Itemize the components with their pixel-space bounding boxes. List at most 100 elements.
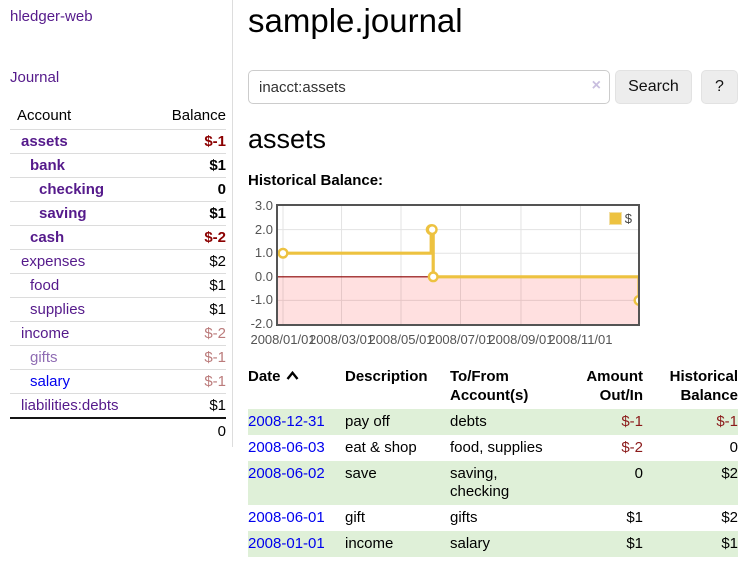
account-row-supplies: supplies $1 bbox=[10, 298, 226, 322]
help-button[interactable]: ? bbox=[701, 70, 738, 104]
balance-cell: $2 bbox=[643, 461, 738, 505]
account-balance: $1 bbox=[154, 274, 226, 298]
date-cell: 2008-01-01 bbox=[248, 531, 345, 557]
description-cell: eat & shop bbox=[345, 435, 450, 461]
search-button[interactable]: Search bbox=[615, 70, 692, 104]
main-content: sample.journal × Search ? assets Histori… bbox=[248, 2, 738, 557]
x-axis-tick-label: 2008/03/01 bbox=[309, 332, 374, 347]
data-point-marker bbox=[279, 249, 288, 258]
register-table: Date Description To/From Account(s) Amou… bbox=[248, 365, 738, 557]
amount-cell: 0 bbox=[568, 461, 643, 505]
x-axis-tick-label: 2008/09/01 bbox=[488, 332, 553, 347]
amount-cell: $1 bbox=[568, 531, 643, 557]
account-cell: supplies bbox=[10, 298, 154, 322]
transaction-date-link[interactable]: 2008-06-01 bbox=[248, 509, 325, 526]
transaction-date-link[interactable]: 2008-06-02 bbox=[248, 465, 325, 482]
accounts-cell: gifts bbox=[450, 505, 568, 531]
account-cell: salary bbox=[10, 370, 154, 394]
account-cell: checking bbox=[10, 178, 154, 202]
account-link[interactable]: checking bbox=[39, 181, 104, 198]
account-link[interactable]: supplies bbox=[30, 301, 85, 318]
account-balance: $1 bbox=[154, 394, 226, 419]
transaction-date-link[interactable]: 2008-06-03 bbox=[248, 439, 325, 456]
balance-cell: 0 bbox=[643, 435, 738, 461]
x-axis-tick-label: 2008/05/01 bbox=[368, 332, 433, 347]
date-cell: 2008-12-31 bbox=[248, 409, 345, 435]
accounts-total-row: 0 bbox=[10, 418, 226, 444]
account-cell: liabilities:debts bbox=[10, 394, 154, 419]
brand-link[interactable]: hledger-web bbox=[10, 8, 93, 25]
account-balance: 0 bbox=[154, 178, 226, 202]
account-cell: cash bbox=[10, 226, 154, 250]
x-axis-tick-label: 2008/01/01 bbox=[250, 332, 315, 347]
account-cell: food bbox=[10, 274, 154, 298]
sidebar-item-journal[interactable]: Journal bbox=[10, 69, 59, 86]
legend-label: $ bbox=[625, 211, 632, 226]
y-axis-tick-label: -1.0 bbox=[248, 293, 273, 307]
account-cell: gifts bbox=[10, 346, 154, 370]
register-row: 2008-06-01giftgifts$1$2 bbox=[248, 505, 738, 531]
transaction-date-link[interactable]: 2008-12-31 bbox=[248, 413, 325, 430]
x-axis-tick-label: 2008/07/01 bbox=[428, 332, 493, 347]
account-balance: $-1 bbox=[154, 370, 226, 394]
account-balance: $-1 bbox=[154, 346, 226, 370]
account-cell: bank bbox=[10, 154, 154, 178]
account-row-liabilities-debts: liabilities:debts $1 bbox=[10, 394, 226, 419]
account-link[interactable]: expenses bbox=[21, 253, 85, 270]
account-balance: $-2 bbox=[154, 322, 226, 346]
account-row-food: food $1 bbox=[10, 274, 226, 298]
accounts-cell: salary bbox=[450, 531, 568, 557]
account-link[interactable]: cash bbox=[30, 229, 64, 246]
account-row-cash: cash $-2 bbox=[10, 226, 226, 250]
account-cell: income bbox=[10, 322, 154, 346]
account-balance: $1 bbox=[154, 298, 226, 322]
balance-cell: $1 bbox=[643, 531, 738, 557]
data-point-marker bbox=[635, 296, 638, 305]
balance-cell: $2 bbox=[643, 505, 738, 531]
y-axis-tick-label: 2.0 bbox=[248, 223, 273, 237]
legend-swatch bbox=[609, 212, 622, 225]
accounts-cell: saving, checking bbox=[450, 461, 568, 505]
search-bar: × Search ? bbox=[248, 70, 738, 104]
description-cell: income bbox=[345, 531, 450, 557]
data-point-marker bbox=[428, 225, 437, 234]
account-link[interactable]: liabilities:debts bbox=[21, 397, 119, 414]
account-link[interactable]: income bbox=[21, 325, 69, 342]
account-row-salary: salary $-1 bbox=[10, 370, 226, 394]
chart-title: Historical Balance: bbox=[248, 172, 738, 190]
register-header-accounts: To/From Account(s) bbox=[450, 365, 568, 409]
clear-search-icon[interactable]: × bbox=[592, 78, 601, 94]
account-link[interactable]: food bbox=[30, 277, 59, 294]
account-balance: $1 bbox=[154, 202, 226, 226]
account-cell: assets bbox=[10, 130, 154, 154]
register-header-date[interactable]: Date bbox=[248, 365, 345, 409]
search-input-wrap: × bbox=[248, 70, 610, 104]
y-axis-tick-label: 1.0 bbox=[248, 246, 273, 260]
account-row-gifts: gifts $-1 bbox=[10, 346, 226, 370]
negative-region bbox=[278, 277, 638, 324]
account-link[interactable]: saving bbox=[39, 205, 87, 222]
search-input[interactable] bbox=[248, 70, 610, 104]
account-link[interactable]: bank bbox=[30, 157, 65, 174]
account-heading: assets bbox=[248, 124, 738, 154]
account-link[interactable]: gifts bbox=[30, 349, 58, 366]
account-link[interactable]: assets bbox=[21, 133, 68, 150]
transaction-date-link[interactable]: 2008-01-01 bbox=[248, 535, 325, 552]
page-title: sample.journal bbox=[248, 2, 738, 40]
accounts-cell: food, supplies bbox=[450, 435, 568, 461]
total-spacer bbox=[10, 418, 154, 444]
account-row-saving: saving $1 bbox=[10, 202, 226, 226]
account-balance: $-2 bbox=[154, 226, 226, 250]
amount-cell: $-1 bbox=[568, 409, 643, 435]
sort-ascending-icon bbox=[286, 371, 299, 380]
register-row: 2008-06-03 eat & shopfood, supplies$-20 bbox=[248, 435, 738, 461]
register-row: 2008-01-01incomesalary$1$1 bbox=[248, 531, 738, 557]
register-row: 2008-12-31pay offdebts$-1$-1 bbox=[248, 409, 738, 435]
chart-plot: $ bbox=[276, 204, 640, 326]
description-cell: save bbox=[345, 461, 450, 505]
account-row-assets: assets$-1 bbox=[10, 130, 226, 154]
accounts-table: Account Balance assets$-1bank$1checking0… bbox=[10, 104, 226, 444]
account-link[interactable]: salary bbox=[30, 373, 70, 390]
amount-cell: $-2 bbox=[568, 435, 643, 461]
date-cell: 2008-06-01 bbox=[248, 505, 345, 531]
